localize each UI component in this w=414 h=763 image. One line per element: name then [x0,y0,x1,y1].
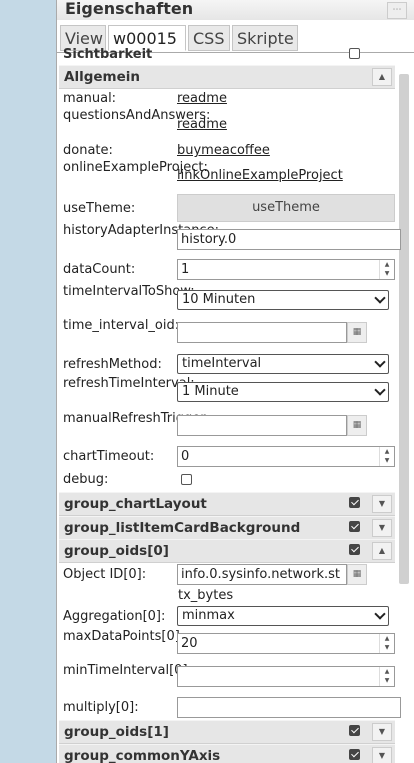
qa-link[interactable]: readme [177,117,227,132]
chevron-down-icon[interactable]: ▼ [372,519,392,537]
time-interval-value: 10 Minuten [182,292,256,307]
group-oids-1[interactable]: group_oids[1] ▼ [59,720,395,744]
chevron-down-icon [374,292,386,304]
online-example-link[interactable]: linkOnlineExampleProject [177,168,343,183]
chevron-down-icon [374,608,386,620]
group-oids-1-label: group_oids[1] [64,724,169,740]
time-interval-label: timeIntervalToShow: [63,284,195,299]
object-id-input[interactable]: info.0.sysinfo.network.st [177,564,347,585]
object-picker-icon[interactable]: ▦ [347,322,367,343]
max-data-points-spinner[interactable]: ▲ ▼ [379,634,394,653]
chart-timeout-input[interactable]: 0 ▲ ▼ [177,446,395,467]
refresh-time-interval-label: refreshTimeInterval: [63,376,195,391]
group-oids-0[interactable]: group_oids[0] ▲ [59,539,395,563]
data-count-input[interactable]: 1 ▲ ▼ [177,259,395,280]
refresh-method-label: refreshMethod: [63,357,162,372]
object-id-name: tx_bytes [178,588,234,603]
history-adapter-label: historyAdapterInstance: [63,223,219,238]
group-common-y-axis-label: group_commonYAxis [64,748,221,763]
group-common-y-axis[interactable]: group_commonYAxis ▼ [59,744,395,763]
scrollbar[interactable] [399,74,409,584]
left-pane [0,0,56,763]
grip-icon[interactable]: ⋯ [387,2,407,19]
chart-timeout-spinner[interactable]: ▲ ▼ [379,447,394,466]
group-chart-layout[interactable]: group_chartLayout ▼ [59,492,395,516]
use-theme-label: useTheme: [63,201,136,216]
group-list-item-card[interactable]: group_listItemCardBackground ▼ [59,516,395,540]
group-general[interactable]: Allgemein ▲ [59,65,395,89]
properties-panel: Eigenschaften ⋯ View w00015 CSS Skripte … [56,0,414,763]
manual-label: manual: [63,91,117,106]
refresh-time-interval-select[interactable]: 1 Minute [177,382,389,402]
aggregation-value: minmax [182,608,235,623]
chevron-down-icon[interactable]: ▼ [372,723,392,741]
group-chart-layout-label: group_chartLayout [64,496,207,512]
group-common-y-axis-checkbox[interactable] [349,749,360,760]
history-adapter-input[interactable]: history.0 [177,229,401,250]
debug-checkbox[interactable] [181,474,192,485]
aggregation-label: Aggregation[0]: [63,609,166,624]
panel-titlebar: Eigenschaften ⋯ [57,0,414,21]
chevron-up-icon[interactable]: ▲ [372,542,392,560]
object-picker-icon[interactable]: ▦ [347,415,367,436]
refresh-time-interval-value: 1 Minute [182,384,239,399]
group-general-label: Allgemein [64,69,140,85]
max-data-points-value: 20 [181,636,198,651]
object-picker-icon[interactable]: ▦ [347,564,367,585]
min-time-interval-spinner[interactable]: ▲ ▼ [379,667,394,686]
chevron-down-icon [374,356,386,368]
time-interval-oid-label: time_interval_oid: [63,318,180,333]
tab-css[interactable]: CSS [188,25,230,51]
refresh-method-value: timeInterval [182,356,262,371]
data-count-label: dataCount: [63,262,136,277]
data-count-value: 1 [181,262,190,277]
properties-content: Sichtbarkeit Allgemein ▲ manual: readme … [57,47,414,763]
visibility-checkbox[interactable] [349,48,360,59]
chart-timeout-value: 0 [181,449,190,464]
manual-refresh-input[interactable] [177,415,347,436]
time-interval-oid-input[interactable] [177,322,347,343]
group-oids-0-label: group_oids[0] [64,543,169,559]
group-oids-1-checkbox[interactable] [349,725,360,736]
qa-label: questionsAndAnswers: [63,108,211,123]
max-data-points-label: maxDataPoints[0]: [63,629,185,644]
manual-refresh-label: manualRefreshTrigger: [63,411,210,426]
aggregation-select[interactable]: minmax [177,606,389,626]
data-count-spinner[interactable]: ▲ ▼ [379,260,394,279]
max-data-points-input[interactable]: 20 ▲ ▼ [177,633,395,654]
refresh-method-select[interactable]: timeInterval [177,354,389,374]
chevron-down-icon[interactable]: ▼ [372,495,392,513]
tab-scripts[interactable]: Skripte [232,25,298,51]
group-list-item-card-checkbox[interactable] [349,521,360,532]
manual-link[interactable]: readme [177,91,227,106]
group-list-item-card-label: group_listItemCardBackground [64,520,301,536]
visibility-group-label: Sichtbarkeit [63,47,153,62]
chevron-down-icon[interactable]: ▼ [372,747,392,763]
multiply-label: multiply[0]: [63,700,139,715]
min-time-interval-label: minTimeInterval[0]: [63,663,192,678]
group-oids-0-checkbox[interactable] [349,544,360,555]
donate-label: donate: [63,143,113,158]
chevron-down-icon [374,384,386,396]
chart-timeout-label: chartTimeout: [63,449,155,464]
debug-label: debug: [63,472,109,487]
object-id-label: Object ID[0]: [63,567,147,582]
chevron-up-icon[interactable]: ▲ [372,68,392,86]
group-chart-layout-checkbox[interactable] [349,497,360,508]
min-time-interval-input[interactable]: ▲ ▼ [177,666,395,687]
online-example-label: onlineExampleProject: [63,160,208,175]
panel-title: Eigenschaften [65,0,194,18]
donate-link[interactable]: buymeacoffee [177,143,270,158]
multiply-input[interactable] [177,697,401,718]
use-theme-button[interactable]: useTheme [177,194,395,222]
time-interval-select[interactable]: 10 Minuten [177,290,389,310]
